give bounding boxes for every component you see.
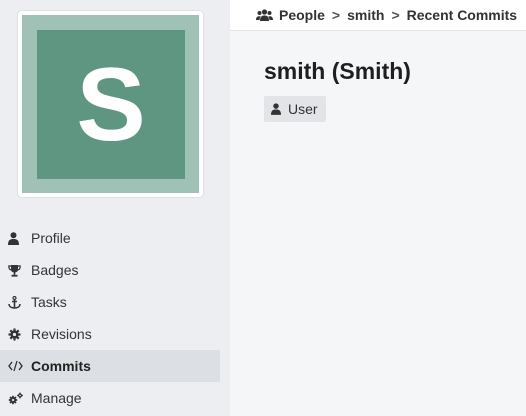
code-icon <box>8 360 26 372</box>
main-content: People > smith > Recent Commits smith (S… <box>230 0 526 416</box>
breadcrumb-separator: > <box>391 7 400 23</box>
page-title: smith (Smith) <box>264 58 411 84</box>
user-role-label: User <box>288 101 318 117</box>
profile-avatar: S <box>17 10 204 198</box>
user-icon <box>271 103 283 115</box>
anchor-icon <box>8 295 26 309</box>
sidebar-item-badges[interactable]: Badges <box>0 254 220 286</box>
sidebar-item-label: Tasks <box>31 294 67 310</box>
trophy-icon <box>8 264 26 277</box>
sidebar-item-manage[interactable]: Manage <box>0 382 220 414</box>
sidebar-item-label: Commits <box>31 358 91 374</box>
avatar-letter: S <box>76 46 146 163</box>
user-role-badge: User <box>264 96 326 122</box>
user-icon <box>8 231 26 245</box>
sidebar-item-tasks[interactable]: Tasks <box>0 286 220 318</box>
breadcrumb-recent-commits[interactable]: Recent Commits <box>407 7 517 23</box>
sidebar-item-profile[interactable]: Profile <box>0 222 220 254</box>
cogs-icon <box>8 392 26 405</box>
sidebar-item-commits[interactable]: Commits <box>0 350 220 382</box>
sidebar-item-label: Manage <box>31 390 82 406</box>
sidebar-item-revisions[interactable]: Revisions <box>0 318 220 350</box>
breadcrumb: People > smith > Recent Commits <box>230 0 526 31</box>
sidebar-item-label: Badges <box>31 262 79 278</box>
breadcrumb-user[interactable]: smith <box>347 7 384 23</box>
sidebar-item-label: Revisions <box>31 326 92 342</box>
breadcrumb-people[interactable]: People <box>279 7 325 23</box>
breadcrumb-separator: > <box>331 7 341 23</box>
sidebar-item-label: Profile <box>31 230 71 246</box>
people-icon <box>256 8 273 22</box>
sidebar: S Profile Badges Tasks Revisions Commits… <box>0 0 230 416</box>
profile-nav: Profile Badges Tasks Revisions Commits M… <box>0 222 220 414</box>
gear-icon <box>8 328 26 341</box>
